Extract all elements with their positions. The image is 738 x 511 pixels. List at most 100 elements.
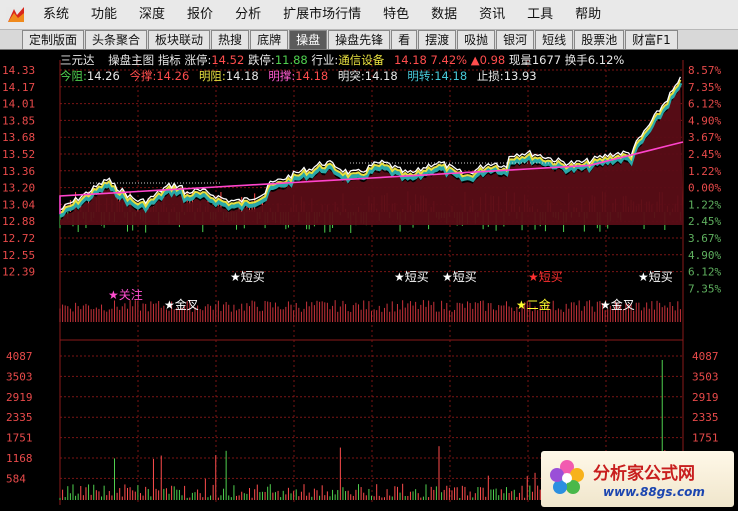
tab-bar: 定制版面 头条聚合 板块联动 热搜 底牌 操盘 操盘先锋 看 摆渡 吸抛 银河 … xyxy=(0,30,738,50)
volume-axis-label: 584 xyxy=(6,472,26,485)
volume-axis-label-right: 1751 xyxy=(692,432,719,445)
stock-name[interactable]: 三元达 xyxy=(60,53,95,67)
menu-data[interactable]: 数据 xyxy=(420,0,468,30)
volume-axis-label: 2335 xyxy=(6,411,33,424)
today-support-value: 14.26 xyxy=(156,69,190,83)
turnover-label: 换手 xyxy=(564,53,588,67)
tab-hole-card[interactable]: 底牌 xyxy=(250,30,289,49)
volume-axis-label: 2919 xyxy=(6,391,33,404)
limit-up-label: 涨停: xyxy=(184,53,212,67)
menu-tools[interactable]: 工具 xyxy=(516,0,564,30)
menu-features[interactable]: 特色 xyxy=(372,0,420,30)
volume-axis-label: 1751 xyxy=(6,432,33,445)
stop-loss-value: 13.93 xyxy=(503,69,537,83)
indicator-word: 指标 xyxy=(157,53,181,67)
limit-down-value: 11.88 xyxy=(274,53,308,67)
app-logo-icon xyxy=(4,3,28,27)
menu-bar: 系统 功能 深度 报价 分析 扩展市场行情 特色 数据 资讯 工具 帮助 xyxy=(0,0,738,30)
volume-axis-label: 4087 xyxy=(6,350,33,363)
indicator-values-line: 今阻:14.26 今撑:14.26 明阻:14.18 明撑:14.18 明突:1… xyxy=(60,68,537,83)
tomorrow-break-label: 明突: xyxy=(337,69,365,83)
tab-look[interactable]: 看 xyxy=(391,30,418,49)
tab-short-line[interactable]: 短线 xyxy=(535,30,574,49)
price-axis-label: 12.55 xyxy=(2,249,35,262)
intraday-chart[interactable]: 14.33 14.17 14.01 13.85 13.68 13.52 13.36 13.20… xyxy=(0,51,738,511)
menu-quote[interactable]: 报价 xyxy=(176,0,224,30)
tomorrow-support-value: 14.18 xyxy=(295,69,329,83)
volume-axis-label: 1168 xyxy=(6,452,33,465)
tomorrow-turn-value: 14.18 xyxy=(434,69,468,83)
price-axis-label: 12.72 xyxy=(2,232,35,245)
today-support-label: 今撑: xyxy=(129,69,157,83)
price-axis-label: 14.33 xyxy=(2,64,35,77)
menu-system[interactable]: 系统 xyxy=(32,0,80,30)
volume-axis-label-right: 3503 xyxy=(692,370,719,383)
current-price: 14.18 xyxy=(393,53,427,67)
tomorrow-turn-label: 明转: xyxy=(407,69,435,83)
percent-axis-label: 1.22% xyxy=(688,165,721,178)
tab-headline[interactable]: 头条聚合 xyxy=(85,30,148,49)
price-axis-label: 13.36 xyxy=(2,165,35,178)
change-up-arrow-icon: ▲ xyxy=(470,53,480,67)
turnover-value: 6.12% xyxy=(587,53,625,67)
percent-axis-label: 2.45% xyxy=(688,215,721,228)
volume-axis-label: 3503 xyxy=(6,370,33,383)
percent-axis-label: 7.35% xyxy=(688,81,721,94)
volume-label: 现量 xyxy=(508,53,532,67)
percent-axis-label: 8.57% xyxy=(688,64,721,77)
indicator-name[interactable]: 操盘主图 xyxy=(108,53,154,67)
industry-label: 行业: xyxy=(311,53,339,67)
price-axis-label: 13.52 xyxy=(2,148,35,161)
volume-axis-label-right: 4087 xyxy=(692,350,719,363)
tab-operate[interactable]: 操盘 xyxy=(289,30,328,49)
industry-value: 通信设备 xyxy=(338,53,385,67)
price-axis-label: 13.68 xyxy=(2,131,35,144)
price-axis-label: 12.88 xyxy=(2,215,35,228)
signal-label: ★短买 xyxy=(442,270,477,284)
signal-label: ★短买 xyxy=(394,270,429,284)
tomorrow-support-label: 明撑: xyxy=(268,69,296,83)
tab-wealth-f1[interactable]: 财富F1 xyxy=(625,30,678,49)
percent-axis-label: 7.35% xyxy=(688,282,721,295)
tomorrow-resist-label: 明阻: xyxy=(198,69,226,83)
tab-custom-layout[interactable]: 定制版面 xyxy=(22,30,85,49)
menu-depth[interactable]: 深度 xyxy=(128,0,176,30)
menu-extended-market[interactable]: 扩展市场行情 xyxy=(272,0,372,30)
signal-label: ★金叉 xyxy=(600,297,635,312)
menu-function[interactable]: 功能 xyxy=(80,0,128,30)
volume-axis-label-right: 2335 xyxy=(692,411,719,424)
menu-help[interactable]: 帮助 xyxy=(564,0,612,30)
signal-label: ★二金 xyxy=(516,297,551,312)
price-axis-label: 12.39 xyxy=(2,266,35,279)
price-axis-label: 13.20 xyxy=(2,182,35,195)
stock-info-line: 三元达 操盘主图 指标 涨停:14.52 跌停:11.88 行业:通信设备 14… xyxy=(60,52,625,67)
signal-label: ★金叉 xyxy=(164,297,199,312)
tab-sector-link[interactable]: 板块联动 xyxy=(148,30,211,49)
price-axis-label: 14.01 xyxy=(2,98,35,111)
signal-label: ★短买 xyxy=(230,270,265,284)
signal-label: ★关注 xyxy=(108,287,143,302)
tab-operate-pioneer[interactable]: 操盘先锋 xyxy=(328,30,391,49)
percent-axis-label: 2.45% xyxy=(688,148,721,161)
percent-axis-label: 4.90% xyxy=(688,114,721,127)
limit-down-label: 跌停: xyxy=(247,53,275,67)
tomorrow-break-value: 14.18 xyxy=(364,69,398,83)
price-axis-label: 14.17 xyxy=(2,81,35,94)
signal-label: ★短买 xyxy=(528,270,563,284)
volume-axis-label-right: 2919 xyxy=(692,391,719,404)
menu-analysis[interactable]: 分析 xyxy=(224,0,272,30)
watermark-url: www.88gs.com xyxy=(603,485,705,499)
price-axis-label: 13.04 xyxy=(2,198,35,211)
menu-news[interactable]: 资讯 xyxy=(468,0,516,30)
limit-up-value: 14.52 xyxy=(211,53,245,67)
flower-icon xyxy=(550,460,584,494)
percent-axis-label: 4.90% xyxy=(688,249,721,262)
today-resist-value: 14.26 xyxy=(86,69,120,83)
tab-hot-search[interactable]: 热搜 xyxy=(211,30,250,49)
percent-axis-label: 6.12% xyxy=(688,266,721,279)
tab-stock-pool[interactable]: 股票池 xyxy=(574,30,625,49)
tab-ferry[interactable]: 摆渡 xyxy=(418,30,457,49)
tab-galaxy[interactable]: 银河 xyxy=(496,30,535,49)
tab-absorb-sell[interactable]: 吸抛 xyxy=(457,30,496,49)
percent-axis-label: 1.22% xyxy=(688,198,721,211)
